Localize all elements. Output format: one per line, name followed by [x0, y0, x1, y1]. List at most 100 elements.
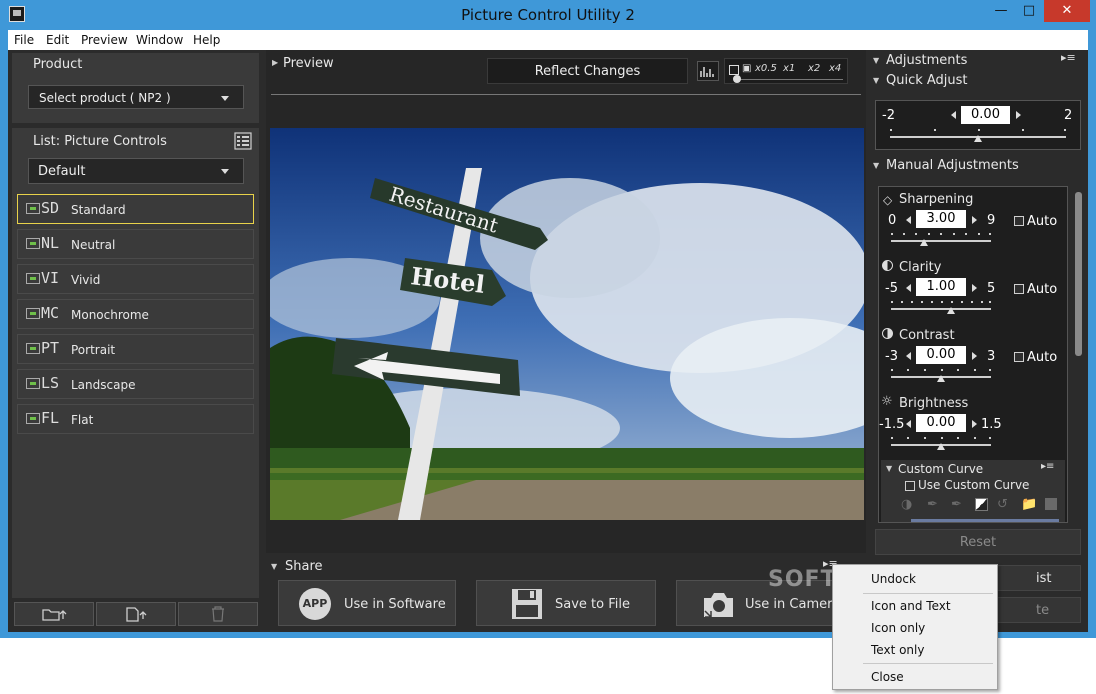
- open-folder-icon[interactable]: 📁: [1021, 497, 1037, 512]
- menu-help[interactable]: Help: [193, 33, 220, 47]
- zoom-slider-thumb[interactable]: [733, 75, 741, 83]
- menu-item-icon-only[interactable]: Icon only: [871, 621, 925, 635]
- expand-triangle-icon[interactable]: ▼: [271, 562, 277, 571]
- use-custom-curve-checkbox[interactable]: [905, 481, 915, 491]
- zoom-1[interactable]: x1: [783, 63, 795, 74]
- eyedropper-gray-icon[interactable]: ✒: [951, 497, 962, 512]
- actual-size-icon[interactable]: ▣: [742, 63, 751, 74]
- quick-adjust-max: 2: [1064, 108, 1073, 123]
- decrement-icon[interactable]: [906, 352, 911, 360]
- decrement-icon[interactable]: [906, 216, 911, 224]
- manual-adjustments-scrollbar[interactable]: [1073, 186, 1084, 523]
- curve-reset-icon[interactable]: ↺: [997, 497, 1008, 512]
- menu-file[interactable]: File: [14, 33, 34, 47]
- picture-control-monochrome[interactable]: MC Monochrome: [17, 299, 254, 329]
- load-button[interactable]: [14, 602, 94, 626]
- curve-gradient-bar: [911, 519, 1059, 522]
- brightness-slider[interactable]: [891, 437, 991, 450]
- brightness-value[interactable]: 0.00: [916, 414, 966, 432]
- collapse-triangle-icon[interactable]: ▼: [886, 464, 892, 473]
- contrast-slider[interactable]: [891, 369, 991, 382]
- menu-edit[interactable]: Edit: [46, 33, 69, 47]
- custom-curve-options-icon[interactable]: ▸≡: [1041, 461, 1054, 472]
- collapse-triangle-icon[interactable]: ▶: [272, 58, 278, 67]
- increment-icon[interactable]: [972, 284, 977, 292]
- folder-upload-icon: [42, 609, 67, 621]
- picture-control-flat[interactable]: FL Flat: [17, 404, 254, 434]
- manual-adjustments-box: ◇ Sharpening 0 3.00 9 Auto Clarity -5 1.…: [878, 186, 1068, 523]
- save-to-file-button[interactable]: Save to File: [476, 580, 656, 626]
- contrast-value[interactable]: 0.00: [916, 346, 966, 364]
- eyedropper-black-icon[interactable]: ✒: [927, 497, 938, 512]
- auto-contrast-icon[interactable]: [975, 498, 988, 511]
- collapse-triangle-icon[interactable]: ▼: [873, 161, 879, 170]
- fit-window-icon[interactable]: [729, 65, 739, 75]
- clarity-thumb[interactable]: [947, 307, 955, 314]
- scrollbar-thumb[interactable]: [1075, 192, 1082, 356]
- delete-button[interactable]: [178, 602, 258, 626]
- menu-preview[interactable]: Preview: [81, 33, 128, 47]
- contrast-auto-checkbox[interactable]: [1014, 352, 1024, 362]
- collapse-triangle-icon[interactable]: ▼: [873, 56, 879, 65]
- export-button[interactable]: [96, 602, 176, 626]
- menu-item-icon-and-text[interactable]: Icon and Text: [871, 599, 951, 613]
- decrement-icon[interactable]: [906, 420, 911, 428]
- zoom-2[interactable]: x2: [808, 63, 820, 74]
- list-filter-select[interactable]: Default: [28, 158, 244, 184]
- menu-item-text-only[interactable]: Text only: [871, 643, 924, 657]
- title-bar[interactable]: Picture Control Utility 2 — □ ✕: [0, 0, 1096, 30]
- increment-icon[interactable]: [972, 420, 977, 428]
- minimize-icon: —: [994, 3, 1008, 18]
- product-select[interactable]: Select product ( NP2 ): [28, 85, 244, 109]
- product-panel: Product Select product ( NP2 ): [12, 53, 259, 123]
- close-button[interactable]: ✕: [1044, 0, 1090, 22]
- menu-item-undock[interactable]: Undock: [871, 572, 916, 586]
- clarity-icon: [882, 260, 893, 271]
- app-icon: APP: [299, 588, 331, 620]
- picture-control-portrait[interactable]: PT Portrait: [17, 334, 254, 364]
- increment-icon[interactable]: [972, 216, 977, 224]
- increment-icon[interactable]: [1016, 111, 1021, 119]
- picture-control-icon: PT: [26, 339, 62, 357]
- picture-control-neutral[interactable]: NL Neutral: [17, 229, 254, 259]
- histogram-icon[interactable]: [697, 61, 719, 81]
- quick-adjust-thumb[interactable]: [974, 135, 982, 142]
- reflect-changes-button[interactable]: Reflect Changes: [487, 58, 688, 84]
- adjustments-options-icon[interactable]: ▸≡: [1061, 51, 1076, 64]
- sharpening-slider[interactable]: [891, 233, 991, 246]
- clarity-slider[interactable]: [891, 301, 991, 314]
- minimize-button[interactable]: —: [988, 0, 1014, 22]
- curve-mode-icon[interactable]: ◑: [901, 497, 912, 512]
- maximize-button[interactable]: □: [1016, 0, 1042, 22]
- camera-icon: [704, 593, 733, 618]
- menu-item-close[interactable]: Close: [871, 670, 904, 684]
- clarity-value[interactable]: 1.00: [916, 278, 966, 296]
- use-in-camera-label: Use in Camera: [745, 597, 841, 612]
- reset-button[interactable]: Reset: [875, 529, 1081, 555]
- sharpening-auto-checkbox[interactable]: [1014, 216, 1024, 226]
- zoom-toolbar: ▣ x0.5 x1 x2 x4: [724, 58, 848, 84]
- share-context-menu: Undock Icon and Text Icon only Text only…: [832, 564, 998, 690]
- zoom-slider-track[interactable]: [735, 79, 843, 80]
- use-in-software-button[interactable]: APP Use in Software: [278, 580, 456, 626]
- decrement-icon[interactable]: [906, 284, 911, 292]
- zoom-4[interactable]: x4: [829, 63, 841, 74]
- menu-window[interactable]: Window: [136, 33, 183, 47]
- sharpening-value[interactable]: 3.00: [916, 210, 966, 228]
- picture-control-landscape[interactable]: LS Landscape: [17, 369, 254, 399]
- decrement-icon[interactable]: [951, 111, 956, 119]
- contrast-thumb[interactable]: [937, 375, 945, 382]
- list-view-icon[interactable]: [234, 132, 252, 150]
- collapse-triangle-icon[interactable]: ▼: [873, 76, 879, 85]
- zoom-0-5[interactable]: x0.5: [755, 63, 777, 74]
- picture-control-standard[interactable]: SD Standard: [17, 194, 254, 224]
- quick-adjust-value[interactable]: 0.00: [961, 106, 1010, 124]
- quick-adjust-slider[interactable]: [890, 129, 1066, 142]
- save-curve-icon[interactable]: [1045, 498, 1057, 510]
- picture-control-vivid[interactable]: VI Vivid: [17, 264, 254, 294]
- sharpening-thumb[interactable]: [920, 239, 929, 246]
- brightness-thumb[interactable]: [937, 443, 945, 450]
- increment-icon[interactable]: [972, 352, 977, 360]
- clarity-auto-checkbox[interactable]: [1014, 284, 1024, 294]
- preview-image[interactable]: Restaurant Hotel: [270, 128, 864, 520]
